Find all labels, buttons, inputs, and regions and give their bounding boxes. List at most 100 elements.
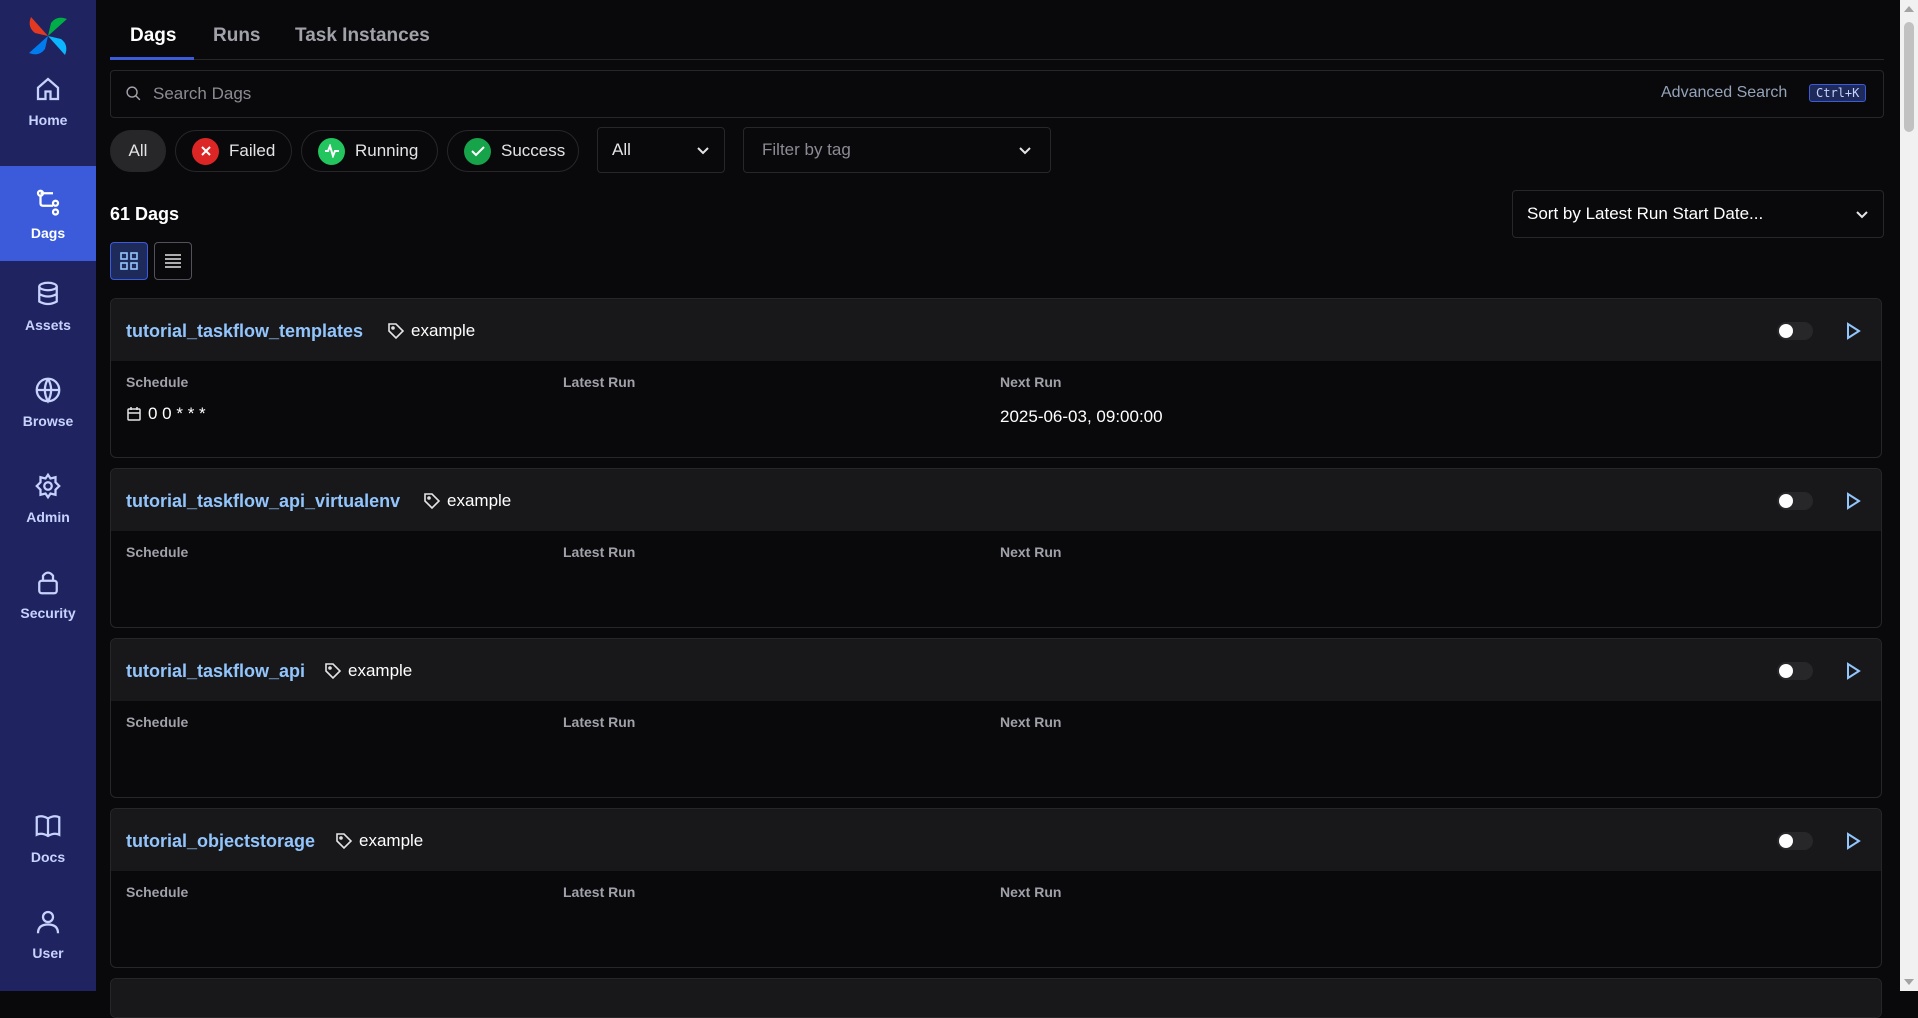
pause-toggle[interactable] [1777,492,1813,510]
sort-select[interactable]: Sort by Latest Run Start Date... [1512,190,1884,238]
nav-admin[interactable]: Admin [0,450,96,545]
chevron-down-icon [1856,211,1868,219]
tag-icon [325,663,342,680]
pause-toggle[interactable] [1777,662,1813,680]
next-run-header: Next Run [1000,374,1062,390]
nav-label: Dags [30,224,66,241]
sidebar: Home Dags Assets Browse Admin Security D… [0,0,96,991]
filter-failed-button[interactable]: Failed [175,130,292,172]
tag-label: example [359,831,424,850]
nav-assets[interactable]: Assets [0,258,96,353]
schedule-header: Schedule [126,374,189,390]
trigger-run-icon[interactable] [1843,321,1863,341]
scroll-thumb[interactable] [1904,22,1914,132]
toggle-knob [1779,494,1793,508]
chevron-down-icon [1019,147,1031,155]
book-icon [35,814,61,837]
nav-browse[interactable]: Browse [0,354,96,449]
trigger-run-icon[interactable] [1843,661,1863,681]
tag-icon [388,323,405,340]
home-icon [36,77,60,100]
trigger-run-icon[interactable] [1843,831,1863,851]
tag-icon [336,833,353,850]
nav-label: Docs [30,848,66,865]
toggle-knob [1779,834,1793,848]
trigger-run-icon[interactable] [1843,491,1863,511]
database-icon [38,281,58,305]
nav-label: Assets [25,316,71,333]
latest-run-header: Latest Run [563,544,636,560]
nav-label: Admin [26,508,70,525]
success-icon [464,137,491,165]
sort-label: Sort by Latest Run Start Date... [1527,204,1764,223]
select-value: All [612,140,631,159]
search-input[interactable] [151,79,1355,109]
scroll-down-arrow[interactable] [1904,979,1914,985]
dag-name-link[interactable]: tutorial_taskflow_api_virtualenv [126,491,400,512]
list-view-button[interactable] [154,242,192,280]
next-run-header: Next Run [1000,884,1062,900]
list-icon [165,254,181,268]
filter-running-button[interactable]: Running [301,130,438,172]
card-view-button[interactable] [110,242,148,280]
dag-card-partial [110,978,1882,1018]
nav-label: Home [28,111,68,128]
tab-bar: Dags Runs Task Instances [110,0,1884,60]
dag-tag[interactable]: example [387,321,475,341]
toggle-knob [1779,324,1793,338]
dag-name-link[interactable]: tutorial_objectstorage [126,831,315,852]
gear-icon [35,472,61,499]
dag-tag[interactable]: example [423,491,511,511]
nav-dags[interactable]: Dags [0,166,96,261]
dag-tag[interactable]: example [335,831,423,851]
next-run-header: Next Run [1000,544,1062,560]
pause-toggle[interactable] [1777,832,1813,850]
tag-label: example [411,321,476,340]
lock-icon [38,571,58,594]
filter-all-button[interactable]: All [110,130,166,172]
tag-label: example [348,661,413,680]
tab-task-instances[interactable]: Task Instances [295,25,430,47]
dag-card-header [111,979,1881,1017]
dag-name-link[interactable]: tutorial_taskflow_templates [126,321,363,342]
schedule-cron: 0 0 * * * [148,404,206,423]
filter-label: Failed [229,141,276,160]
dag-name-link[interactable]: tutorial_taskflow_api [126,661,305,682]
dag-tag[interactable]: example [324,661,412,681]
nav-user[interactable]: User [0,886,96,981]
calendar-icon [127,407,141,421]
filter-label: Success [501,141,566,160]
paused-filter-select[interactable]: All [597,127,725,173]
schedule-header: Schedule [126,544,189,560]
nav-security[interactable]: Security [0,546,96,641]
tab-dags[interactable]: Dags [130,25,176,47]
nav-label: Security [20,604,76,621]
schedule-header: Schedule [126,714,189,730]
latest-run-header: Latest Run [563,714,636,730]
nav-home[interactable]: Home [0,53,96,148]
shortcut-badge: Ctrl+K [1809,84,1867,102]
grid-icon [120,252,138,270]
filter-label: All [128,141,148,160]
dag-card: tutorial_objectstorage example Schedule … [110,808,1882,968]
filter-success-button[interactable]: Success [447,130,579,172]
toggle-knob [1779,664,1793,678]
tag-filter-select[interactable]: Filter by tag [743,127,1051,173]
scroll-up-arrow[interactable] [1904,6,1914,12]
select-placeholder: Filter by tag [762,140,851,159]
globe-icon [35,377,61,404]
nav-docs[interactable]: Docs [0,790,96,885]
dag-card-header [111,299,1881,361]
schedule-header: Schedule [126,884,189,900]
tag-label: example [447,491,512,510]
dags-icon [36,189,60,216]
tag-icon [424,493,441,510]
advanced-search-link[interactable]: Advanced Search [1661,84,1787,102]
page-scrollbar[interactable] [1900,0,1918,991]
tab-runs[interactable]: Runs [213,25,261,47]
active-tab-indicator [110,57,194,60]
dag-card: tutorial_taskflow_api_virtualenv example… [110,468,1882,628]
running-icon [318,137,345,165]
nav-label: User [32,944,64,961]
pause-toggle[interactable] [1777,322,1813,340]
